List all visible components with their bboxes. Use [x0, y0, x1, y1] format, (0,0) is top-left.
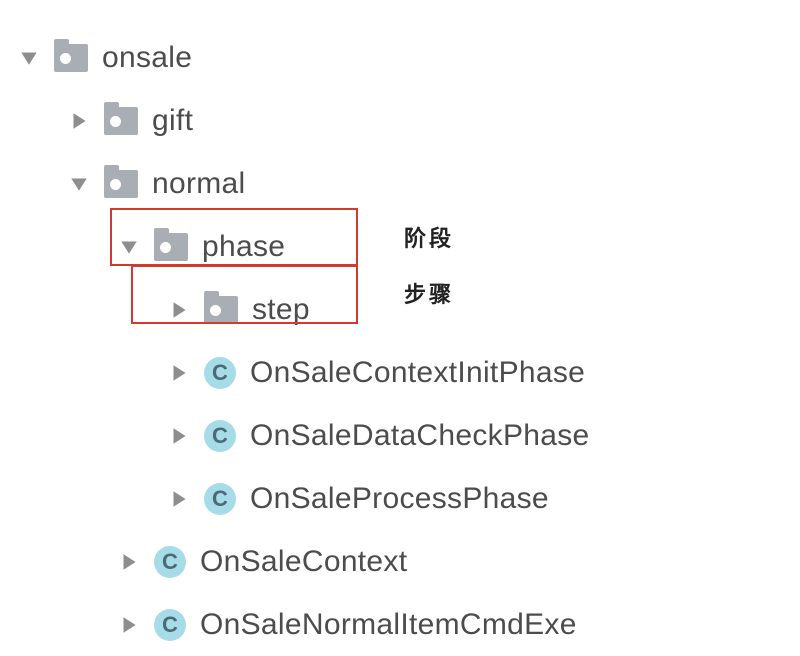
folder-icon: [104, 170, 138, 198]
tree-item-class-context-init[interactable]: C OnSaleContextInitPhase: [18, 341, 800, 404]
class-icon: C: [204, 483, 236, 515]
tree-label: OnSaleProcessPhase: [250, 484, 549, 514]
tree-label: onsale: [102, 43, 192, 73]
tree-item-onsale[interactable]: onsale: [18, 26, 800, 89]
folder-icon: [104, 107, 138, 135]
expand-arrow-right-icon[interactable]: [168, 425, 190, 447]
tree-item-class-context[interactable]: C OnSaleContext: [18, 530, 800, 593]
expand-arrow-down-icon[interactable]: [68, 173, 90, 195]
project-tree: onsale gift normal phase: [0, 0, 800, 656]
tree-item-class-data-check[interactable]: C OnSaleDataCheckPhase: [18, 404, 800, 467]
tree-label: OnSaleDataCheckPhase: [250, 421, 590, 451]
annotation-step: 步骤: [404, 284, 454, 306]
tree-item-class-process[interactable]: C OnSaleProcessPhase: [18, 467, 800, 530]
tree-label: normal: [152, 169, 246, 199]
expand-arrow-right-icon[interactable]: [168, 299, 190, 321]
tree-label: gift: [152, 106, 193, 136]
class-icon: C: [154, 546, 186, 578]
expand-arrow-down-icon[interactable]: [118, 236, 140, 258]
tree-label: OnSaleContextInitPhase: [250, 358, 585, 388]
folder-icon: [154, 233, 188, 261]
expand-arrow-right-icon[interactable]: [168, 362, 190, 384]
tree-label: OnSaleNormalItemCmdExe: [200, 610, 577, 640]
tree-item-class-cmd-exe[interactable]: C OnSaleNormalItemCmdExe: [18, 593, 800, 656]
tree-label: phase: [202, 232, 285, 262]
annotation-phase: 阶段: [404, 228, 454, 250]
folder-icon: [54, 44, 88, 72]
expand-arrow-right-icon[interactable]: [118, 551, 140, 573]
expand-arrow-right-icon[interactable]: [118, 614, 140, 636]
expand-arrow-right-icon[interactable]: [68, 110, 90, 132]
tree-label: OnSaleContext: [200, 547, 407, 577]
class-icon: C: [204, 357, 236, 389]
expand-arrow-right-icon[interactable]: [168, 488, 190, 510]
tree-label: step: [252, 295, 310, 325]
tree-item-normal[interactable]: normal: [18, 152, 800, 215]
expand-arrow-down-icon[interactable]: [18, 47, 40, 69]
folder-icon: [204, 296, 238, 324]
class-icon: C: [154, 609, 186, 641]
tree-item-gift[interactable]: gift: [18, 89, 800, 152]
class-icon: C: [204, 420, 236, 452]
